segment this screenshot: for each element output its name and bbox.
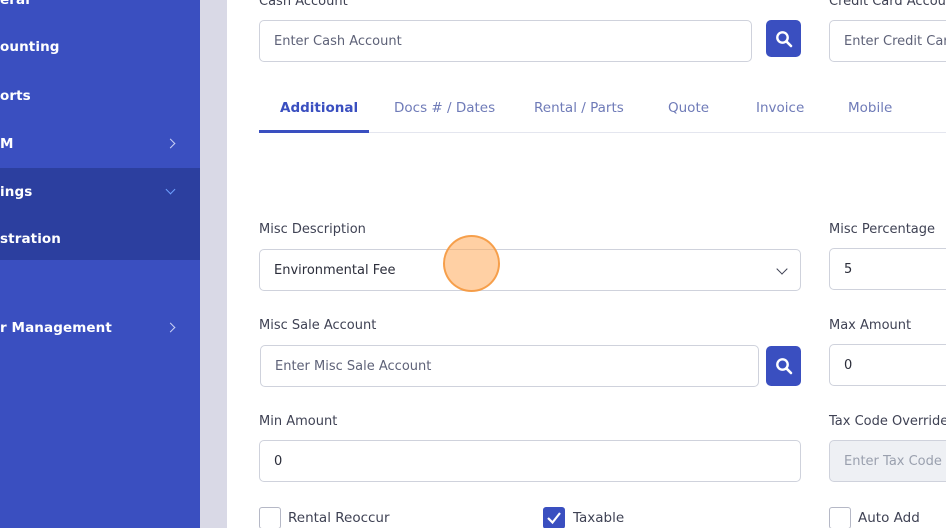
misc-description-value: Environmental Fee [274, 262, 396, 278]
chevron-down-icon [165, 184, 176, 195]
tab-quote[interactable]: Quote [668, 100, 709, 116]
misc-sale-account-label: Misc Sale Account [259, 318, 377, 333]
cash-account-input[interactable]: Enter Cash Account [259, 20, 752, 62]
sidebar-item-crm[interactable]: M [0, 136, 200, 156]
active-tab-indicator [259, 130, 369, 133]
misc-description-select[interactable]: Environmental Fee [259, 249, 801, 291]
misc-sale-account-input[interactable]: Enter Misc Sale Account [260, 345, 759, 387]
max-amount-input[interactable]: 0 [829, 344, 946, 386]
sidebar-item-label: r Management [0, 320, 112, 336]
tab-docs-dates[interactable]: Docs # / Dates [394, 100, 495, 116]
sidebar-item-label: ings [0, 184, 33, 200]
tab-invoice[interactable]: Invoice [756, 100, 804, 116]
tab-mobile[interactable]: Mobile [848, 100, 892, 116]
credit-card-account-label: Credit Card Accou [829, 0, 946, 9]
sidebar-item-label: M [0, 136, 14, 152]
tax-code-override-input[interactable]: Enter Tax Code [829, 440, 946, 482]
rental-reoccur-label: Rental Reoccur [288, 510, 390, 526]
misc-percentage-label: Misc Percentage [829, 222, 936, 237]
tax-code-override-label: Tax Code Override [829, 414, 946, 429]
sidebar-item-label: stration [0, 231, 62, 247]
chevron-right-icon [165, 138, 176, 149]
search-icon [775, 358, 792, 375]
sidebar-item-administration[interactable]: stration [0, 231, 200, 251]
misc-sale-account-search-button[interactable] [766, 346, 801, 386]
auto-add-checkbox[interactable] [829, 507, 851, 528]
taxable-label: Taxable [573, 510, 625, 526]
sidebar-item-general[interactable]: eral [0, 0, 200, 12]
taxable-checkbox[interactable] [543, 507, 565, 528]
settings-form: Cash Account Enter Cash Account Credit C… [227, 0, 946, 528]
min-amount-input[interactable]: 0 [259, 440, 801, 482]
auto-add-label: Auto Add [858, 510, 920, 526]
chevron-down-icon [776, 263, 788, 275]
sidebar-divider [200, 0, 227, 528]
click-indicator [443, 235, 500, 292]
cash-account-label: Cash Account [259, 0, 348, 9]
cash-account-search-button[interactable] [766, 20, 801, 57]
sidebar-item-label: ounting [0, 39, 60, 55]
credit-card-account-input[interactable]: Enter Credit Car [829, 20, 946, 62]
misc-description-label: Misc Description [259, 222, 366, 237]
tab-rental-parts[interactable]: Rental / Parts [534, 100, 624, 116]
chevron-right-icon [165, 322, 176, 333]
sidebar-item-accounting[interactable]: ounting [0, 39, 200, 59]
sidebar-item-reports[interactable]: orts [0, 88, 200, 108]
min-amount-label: Min Amount [259, 414, 338, 429]
sidebar-nav: eral ounting orts M ings stration r Mana… [0, 0, 200, 528]
sidebar-item-user-management[interactable]: r Management [0, 320, 200, 340]
checkmark-icon [547, 512, 561, 525]
misc-percentage-input[interactable]: 5 [829, 248, 946, 290]
tab-additional[interactable]: Additional [280, 100, 358, 116]
rental-reoccur-checkbox[interactable] [259, 507, 281, 528]
max-amount-label: Max Amount [829, 318, 912, 333]
sidebar-item-label: orts [0, 88, 31, 104]
search-icon [775, 30, 792, 47]
sidebar-item-settings[interactable]: ings [0, 184, 200, 204]
sidebar-item-label: eral [0, 0, 30, 8]
